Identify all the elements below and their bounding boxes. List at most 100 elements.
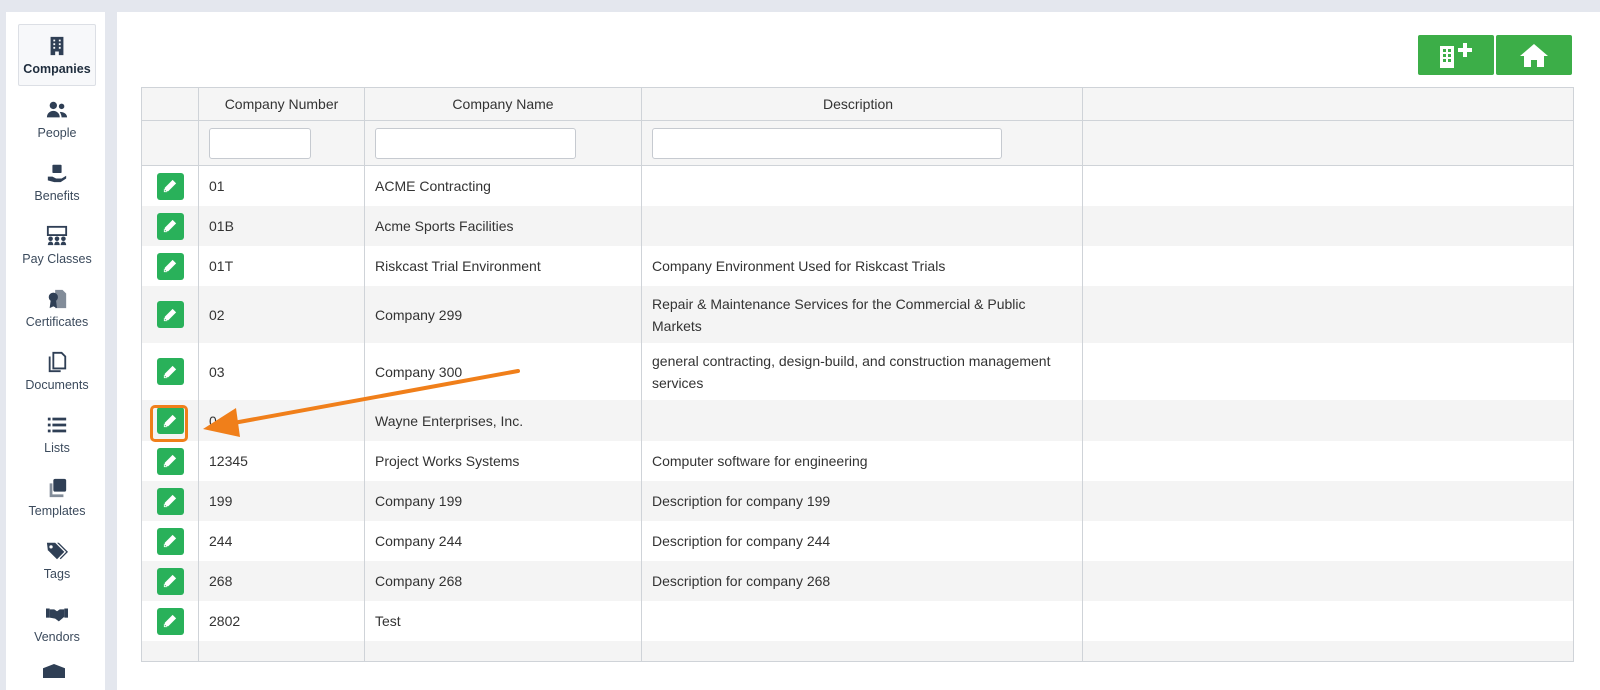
pencil-icon [163,365,177,378]
company-number-cell: 01T [199,246,365,286]
company-name-cell: Project Works Systems [365,441,642,481]
pencil-icon [163,219,177,233]
company-number-cell: 03 [199,343,365,400]
edit-button[interactable] [156,567,184,595]
company-name-cell: Company 199 [365,481,642,521]
companies-table: Company Number Company Name Description … [141,87,1574,662]
table-row: 01T Riskcast Trial Environment Company E… [142,246,1573,286]
sidebar-item-label: Documents [25,377,89,392]
description-cell [642,206,1083,246]
description-cell: Description for company 199 [642,481,1083,521]
edit-button[interactable] [156,527,184,555]
toolbar [1418,35,1572,75]
company-number-cell: 244 [199,521,365,561]
pencil-icon [163,259,177,273]
sidebar-item-pay-classes[interactable]: Pay Classes [18,214,96,276]
pencil-icon [163,308,177,321]
company-number-cell: 01 [199,166,365,206]
column-header-company-name[interactable]: Company Name [365,88,642,120]
company-number-cell: 199 [199,481,365,521]
description-cell: Description for company 244 [642,521,1083,561]
tags-icon [46,542,68,559]
table-row-partial [142,641,1573,661]
description-filter[interactable] [652,127,1002,159]
handshake-icon [46,608,68,621]
company-name-filter[interactable] [375,127,576,159]
sidebar-item-label: People [37,125,77,140]
edit-button[interactable] [156,447,184,475]
table-row: 03 Company 300 general contracting, desi… [142,343,1573,400]
pencil-icon [163,614,177,628]
column-header-actions [142,88,199,120]
sidebar-item-certificates[interactable]: Certificates [18,277,96,339]
building-icon [50,36,64,55]
sidebar-item-benefits[interactable]: Benefits [18,151,96,213]
company-name-cell: ACME Contracting [365,166,642,206]
table-header: Company Number Company Name Description [142,88,1573,121]
table-row: 2802 Test [142,601,1573,641]
add-company-button[interactable] [1418,35,1494,75]
company-name-cell: Company 268 [365,561,642,601]
edit-button[interactable] [156,252,184,280]
edit-button[interactable] [156,301,184,328]
sidebar-item-label: Companies [23,61,91,76]
sidebar-item-label: Templates [28,503,86,518]
sidebar-item-label: Pay Classes [22,251,92,266]
company-number-cell: 01B [199,206,365,246]
templates-icon [49,478,67,497]
sidebar-item-documents[interactable]: Documents [18,340,96,402]
company-name-cell: Company 299 [365,286,642,343]
description-cell: Repair & Maintenance Services for the Co… [642,286,1083,343]
certificate-icon [48,289,67,308]
sidebar-item-lists[interactable]: Lists [18,403,96,465]
sidebar-item-companies[interactable]: Companies [18,24,96,86]
pay-classes-icon [46,225,68,245]
pencil-icon [163,454,177,468]
description-cell: general contracting, design-build, and c… [642,343,1083,400]
sidebar-item-people[interactable]: People [18,88,96,150]
description-cell: Company Environment Used for Riskcast Tr… [642,246,1083,286]
sidebar-item-label: Benefits [34,188,80,203]
building-plus-icon [1440,43,1472,68]
more-icon [43,664,65,678]
company-number-cell: 2802 [199,601,365,641]
sidebar-item-label: Vendors [34,629,80,644]
company-name-cell: Test [365,601,642,641]
highlight-box [150,405,188,442]
pencil-icon [163,179,177,193]
column-header-company-number[interactable]: Company Number [199,88,365,120]
table-row: 0 Wayne Enterprises, Inc. [142,400,1573,441]
description-cell: Computer software for engineering [642,441,1083,481]
column-header-description[interactable]: Description [642,88,1083,120]
documents-icon [48,351,67,372]
company-name-cell: Company 244 [365,521,642,561]
sidebar-item-templates[interactable]: Templates [18,466,96,528]
company-name-cell: Acme Sports Facilities [365,206,642,246]
sidebar-item-tags[interactable]: Tags [18,529,96,591]
benefits-icon [47,164,67,182]
company-number-filter[interactable] [209,127,311,159]
edit-button[interactable] [156,358,184,385]
description-cell: Description for company 268 [642,561,1083,601]
people-icon [46,101,68,117]
sidebar-item-label: Tags [43,566,71,581]
edit-button[interactable] [156,212,184,240]
sidebar-item-label: Certificates [25,314,89,329]
company-name-cell: Wayne Enterprises, Inc. [365,400,642,441]
edit-button[interactable] [156,487,184,515]
table-row: 244 Company 244 Description for company … [142,521,1573,561]
company-number-cell: 268 [199,561,365,601]
company-number-cell: 02 [199,286,365,343]
table-row: 199 Company 199 Description for company … [142,481,1573,521]
edit-button[interactable] [156,607,184,635]
pencil-icon [163,494,177,508]
pencil-icon [163,574,177,588]
list-icon [47,417,67,432]
home-button[interactable] [1496,35,1572,75]
table-row: 01B Acme Sports Facilities [142,206,1573,246]
table-row: 268 Company 268 Description for company … [142,561,1573,601]
sidebar-item-vendors[interactable]: Vendors [18,592,96,654]
edit-button[interactable] [156,172,184,200]
sidebar-item-label: Lists [44,440,70,455]
company-name-cell: Company 300 [365,343,642,400]
